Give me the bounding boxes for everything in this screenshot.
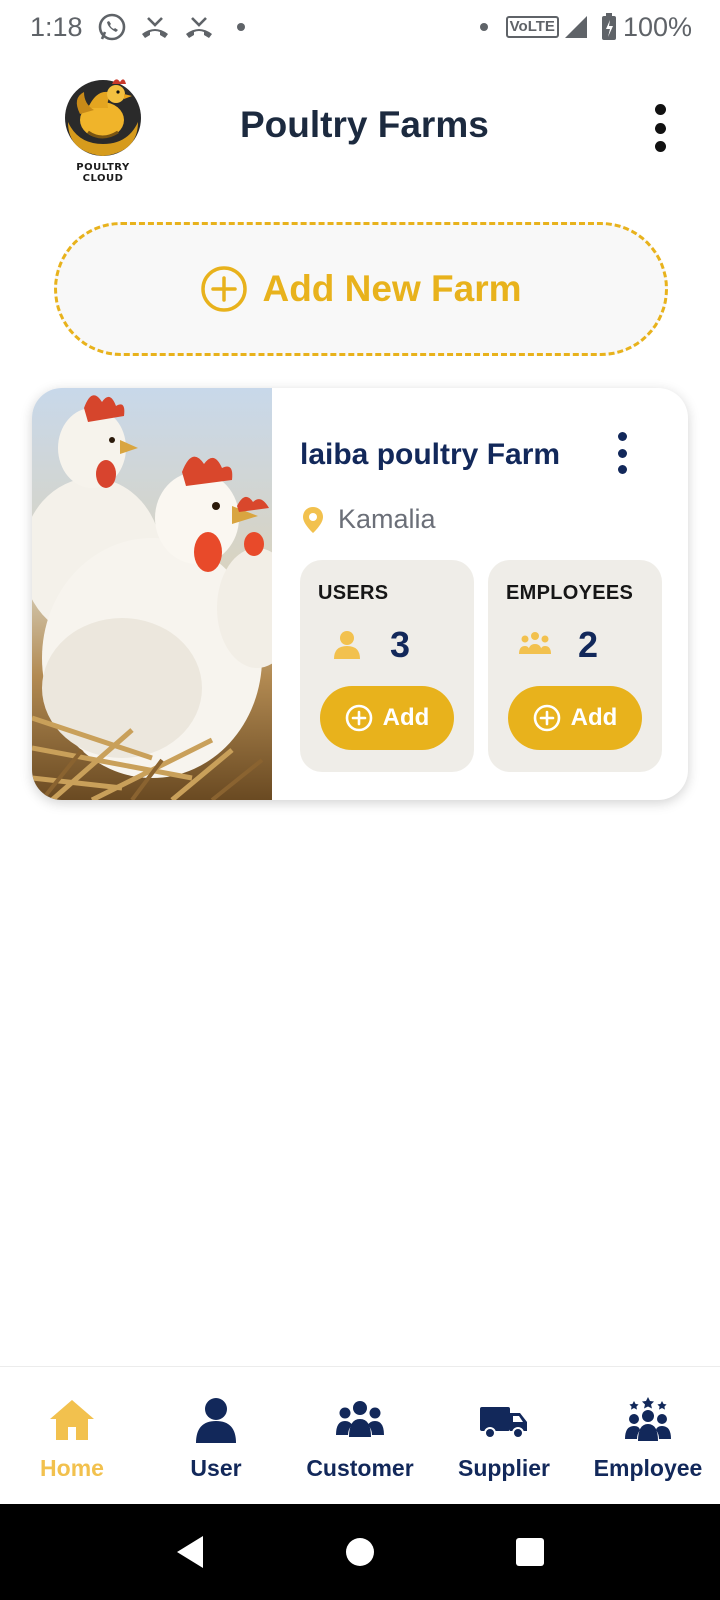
plus-circle-icon <box>345 704 372 732</box>
users-stat-label: USERS <box>318 582 389 604</box>
nav-supplier[interactable]: Supplier <box>432 1367 576 1504</box>
signal-icon <box>563 14 589 40</box>
employees-group-icon <box>519 632 551 654</box>
kebab-dot <box>617 465 627 474</box>
nav-customer[interactable]: Customer <box>288 1367 432 1504</box>
kebab-dot <box>654 104 666 115</box>
page-title: Poultry Farms <box>240 104 489 145</box>
overflow-menu-button[interactable] <box>640 100 680 156</box>
user-icon <box>334 631 360 659</box>
status-dot <box>479 23 488 31</box>
location-pin-icon <box>303 506 323 533</box>
missed-call-icon-2 <box>183 12 215 42</box>
add-new-farm-label: Add New Farm <box>262 268 522 309</box>
nav-supplier-label: Supplier <box>457 1455 550 1481</box>
add-employee-button[interactable]: Add <box>508 686 642 750</box>
employees-count: 2 <box>578 624 599 665</box>
nav-customer-label: Customer <box>306 1455 414 1481</box>
battery-percent: 100% <box>622 11 692 42</box>
farm-location: Kamalia <box>302 504 436 535</box>
nav-employee[interactable]: Employee <box>576 1367 720 1504</box>
kebab-dot <box>617 432 627 441</box>
recents-button[interactable] <box>445 1536 615 1568</box>
home-system-button[interactable] <box>275 1536 445 1568</box>
volte-badge: VoLTE <box>505 16 559 38</box>
battery-charging-icon <box>601 13 617 41</box>
add-employee-label: Add <box>570 704 618 731</box>
home-circle-icon <box>346 1538 374 1566</box>
recents-square-icon <box>516 1538 544 1566</box>
nav-user[interactable]: User <box>144 1367 288 1504</box>
nav-employee-label: Employee <box>593 1455 703 1481</box>
missed-call-icon <box>139 12 171 42</box>
add-user-label: Add <box>382 704 430 731</box>
kebab-dot <box>654 141 666 152</box>
notification-dot <box>236 23 245 31</box>
status-time: 1:18 <box>30 11 83 42</box>
back-button[interactable] <box>105 1534 275 1570</box>
add-new-farm-button[interactable]: Add New Farm <box>54 222 668 356</box>
system-navigation-bar <box>0 1504 720 1600</box>
farm-photo <box>32 388 272 800</box>
employees-stat-box: EMPLOYEES 2 Add <box>488 560 662 772</box>
app-logo: POULTRY CLOUD <box>58 68 148 184</box>
customers-icon <box>336 1401 384 1437</box>
back-triangle-icon <box>177 1536 203 1568</box>
nav-user-label: User <box>190 1455 242 1481</box>
farm-name[interactable]: laiba poultry Farm <box>300 438 560 472</box>
kebab-dot <box>617 448 627 458</box>
logo-text: POULTRY CLOUD <box>76 162 130 184</box>
status-bar: 1:18 VoLTE 100% <box>0 0 720 54</box>
nav-home[interactable]: Home <box>0 1367 144 1504</box>
kebab-dot <box>654 122 666 134</box>
bottom-navigation: Home User Customer Supplier Employee <box>0 1366 720 1504</box>
plus-circle-icon <box>201 266 248 312</box>
location-text: Kamalia <box>338 504 436 534</box>
users-count: 3 <box>390 624 411 665</box>
farm-card[interactable]: laiba poultry Farm Kamalia USERS 3 Add E… <box>32 388 688 800</box>
home-icon <box>50 1400 94 1440</box>
nav-home-label: Home <box>40 1455 104 1481</box>
truck-icon <box>480 1407 527 1439</box>
employees-icon <box>625 1397 671 1441</box>
users-stat-box: USERS 3 Add <box>300 560 474 772</box>
add-user-button[interactable]: Add <box>320 686 454 750</box>
user-icon <box>196 1398 236 1443</box>
app-header: POULTRY CLOUD Poultry Farms <box>0 60 720 190</box>
employees-stat-label: EMPLOYEES <box>506 582 634 604</box>
plus-circle-icon <box>533 704 560 732</box>
whatsapp-icon <box>97 12 127 42</box>
farm-options-button[interactable] <box>612 432 632 474</box>
